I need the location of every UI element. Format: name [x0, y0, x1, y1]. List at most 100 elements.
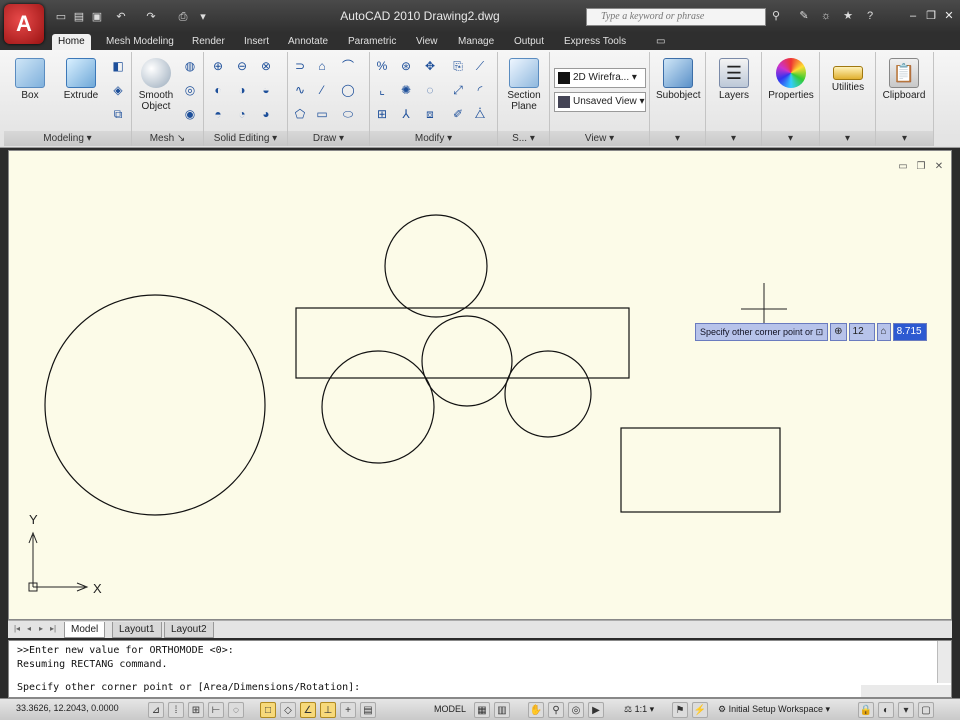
line-icon[interactable]: ⊃	[290, 56, 310, 76]
ellipse-icon[interactable]: ⬭	[338, 104, 358, 124]
tab-layout2[interactable]: Layout2	[164, 622, 214, 638]
command-line[interactable]: >>Enter new value for ORTHOMODE <0>: Res…	[8, 640, 952, 698]
tab-annotate[interactable]: Annotate	[282, 34, 334, 50]
tab-express-tools[interactable]: Express Tools	[558, 34, 632, 50]
snap-mode-toggle[interactable]: ⁞	[168, 702, 184, 718]
polygon-icon[interactable]: ⬠	[290, 104, 310, 124]
panel-clipboard-expand[interactable]: ▾	[876, 131, 933, 146]
command-horizontal-scrollbar[interactable]	[861, 685, 951, 697]
fillet-icon[interactable]: ⌞	[372, 80, 392, 100]
isolate-objects-icon[interactable]: ◐	[878, 702, 894, 718]
prompt-options-icon[interactable]: ⊡	[816, 327, 824, 337]
explode-icon[interactable]: ✺	[396, 80, 416, 100]
qat-dropdown-icon[interactable]: ▾	[196, 10, 210, 24]
open-icon[interactable]: ▤	[72, 10, 86, 24]
circle-icon[interactable]: ◯	[338, 80, 358, 100]
slice-icon[interactable]: ◐	[208, 80, 228, 100]
favorites-star-icon[interactable]: ★	[840, 8, 856, 24]
redo-icon[interactable]: ↷	[144, 10, 158, 24]
clean-screen-icon[interactable]: ▢	[918, 702, 934, 718]
smooth-object-button[interactable]: Smooth Object	[134, 56, 178, 126]
new-icon[interactable]: ▭	[54, 10, 68, 24]
utilities-button[interactable]: Utilities	[826, 56, 870, 126]
minimize-button[interactable]: –	[906, 9, 920, 23]
application-menu-button[interactable]: A	[4, 4, 44, 44]
panel-utilities-expand[interactable]: ▾	[820, 131, 875, 146]
mesh-smooth-less-icon[interactable]: ◎	[180, 80, 200, 100]
tab-model[interactable]: Model	[64, 622, 106, 638]
clipboard-button[interactable]: 📋 Clipboard	[882, 56, 926, 126]
dynamic-input-toggle[interactable]: +	[340, 702, 356, 718]
3d-align-icon[interactable]: ⧊	[470, 104, 490, 124]
imprint-icon[interactable]: ◓	[208, 104, 228, 124]
showmotion-icon[interactable]: ▶	[588, 702, 604, 718]
tab-insert[interactable]: Insert	[238, 34, 275, 50]
workspace-switch[interactable]: ⚙ Initial Setup Workspace ▾	[718, 704, 830, 715]
panel-modify-label[interactable]: Modify ▾	[370, 131, 497, 146]
coordinate-readout[interactable]: 33.3626, 12.2043, 0.0000	[16, 703, 119, 713]
scale-icon[interactable]: ⤢	[448, 80, 468, 100]
union-icon[interactable]: ⊕	[208, 56, 228, 76]
next-layout-icon[interactable]: ▸	[36, 623, 46, 635]
tab-manage[interactable]: Manage	[452, 34, 500, 50]
presspull-icon[interactable]: ◈	[108, 80, 128, 100]
tab-home[interactable]: Home	[52, 34, 91, 50]
move-icon[interactable]: ✥	[420, 56, 440, 76]
tab-layout1[interactable]: Layout1	[112, 622, 162, 638]
dimension-input-1[interactable]: 12	[848, 323, 875, 341]
grid-display-toggle[interactable]: ⊞	[188, 702, 204, 718]
extrude-button[interactable]: Extrude	[56, 56, 106, 126]
undo-icon[interactable]: ↶	[114, 10, 128, 24]
first-layout-icon[interactable]: |◂	[12, 623, 22, 635]
mesh-smooth-more-icon[interactable]: ◍	[180, 56, 200, 76]
prev-layout-icon[interactable]: ◂	[24, 623, 34, 635]
zoom-icon[interactable]: ⚲	[548, 702, 564, 718]
last-layout-icon[interactable]: ▸|	[48, 623, 58, 635]
panel-modeling-label[interactable]: Modeling ▾	[4, 131, 131, 146]
save-icon[interactable]: ▣	[90, 10, 104, 24]
offset-icon[interactable]: ◌	[420, 80, 440, 100]
thicken-icon[interactable]: ◑	[232, 80, 252, 100]
layers-button[interactable]: ☰ Layers	[712, 56, 756, 126]
infer-constraints-toggle[interactable]: ⊿	[148, 702, 164, 718]
sweep-icon[interactable]: ⧉	[108, 104, 128, 124]
annotation-visibility-icon[interactable]: ⚑	[672, 702, 688, 718]
ortho-mode-toggle[interactable]: ⊢	[208, 702, 224, 718]
erase-icon[interactable]: ✐	[448, 104, 468, 124]
polar-tracking-toggle[interactable]: ◌	[228, 702, 244, 718]
subtract-icon[interactable]: ⊖	[232, 56, 252, 76]
copy-icon[interactable]: ⎘	[448, 56, 468, 76]
lengthen-icon[interactable]: ◜	[470, 80, 490, 100]
rectangle-icon[interactable]: ▭	[312, 104, 332, 124]
visual-style-dropdown[interactable]: 2D Wirefra... ▾	[554, 68, 646, 88]
close-button[interactable]: ✕	[942, 9, 956, 23]
panel-section-label[interactable]: S... ▾	[498, 131, 549, 146]
tab-parametric[interactable]: Parametric	[342, 34, 402, 50]
polyline-icon[interactable]: ⌂	[312, 56, 332, 76]
command-scrollbar[interactable]	[937, 641, 951, 683]
shell-icon[interactable]: ◕	[256, 104, 276, 124]
panel-layers-expand[interactable]: ▾	[706, 131, 761, 146]
subscription-icon[interactable]: ✎	[796, 8, 812, 24]
quick-view-drawings-icon[interactable]: ▥	[494, 702, 510, 718]
intersect-icon[interactable]: ⊗	[256, 56, 276, 76]
panel-mesh-label[interactable]: Mesh ↘	[132, 131, 203, 146]
arc-icon[interactable]: ⌒	[338, 56, 358, 76]
separate-icon[interactable]: ◔	[232, 104, 252, 124]
refine-mesh-icon[interactable]: ◉	[180, 104, 200, 124]
lineweight-toggle[interactable]: ▤	[360, 702, 376, 718]
array-icon[interactable]: ⊞	[372, 104, 392, 124]
drawing-canvas[interactable]: Y X	[9, 151, 953, 621]
box-button[interactable]: Box	[8, 56, 52, 126]
mirror-icon[interactable]: ⅄	[396, 104, 416, 124]
help-search-input[interactable]: Type a keyword or phrase	[586, 8, 766, 26]
steering-wheel-icon[interactable]: ◎	[568, 702, 584, 718]
tab-view[interactable]: View	[410, 34, 444, 50]
object-snap-tracking-toggle[interactable]: ∠	[300, 702, 316, 718]
command-prompt[interactable]: Specify other corner point or [Area/Dime…	[17, 681, 360, 694]
auto-scale-icon[interactable]: ⚡	[692, 702, 708, 718]
tab-output[interactable]: Output	[508, 34, 550, 50]
lock-ui-icon[interactable]: 🔒	[858, 702, 874, 718]
3d-osnap-toggle[interactable]: ◇	[280, 702, 296, 718]
panel-view-label[interactable]: View ▾	[550, 131, 649, 146]
